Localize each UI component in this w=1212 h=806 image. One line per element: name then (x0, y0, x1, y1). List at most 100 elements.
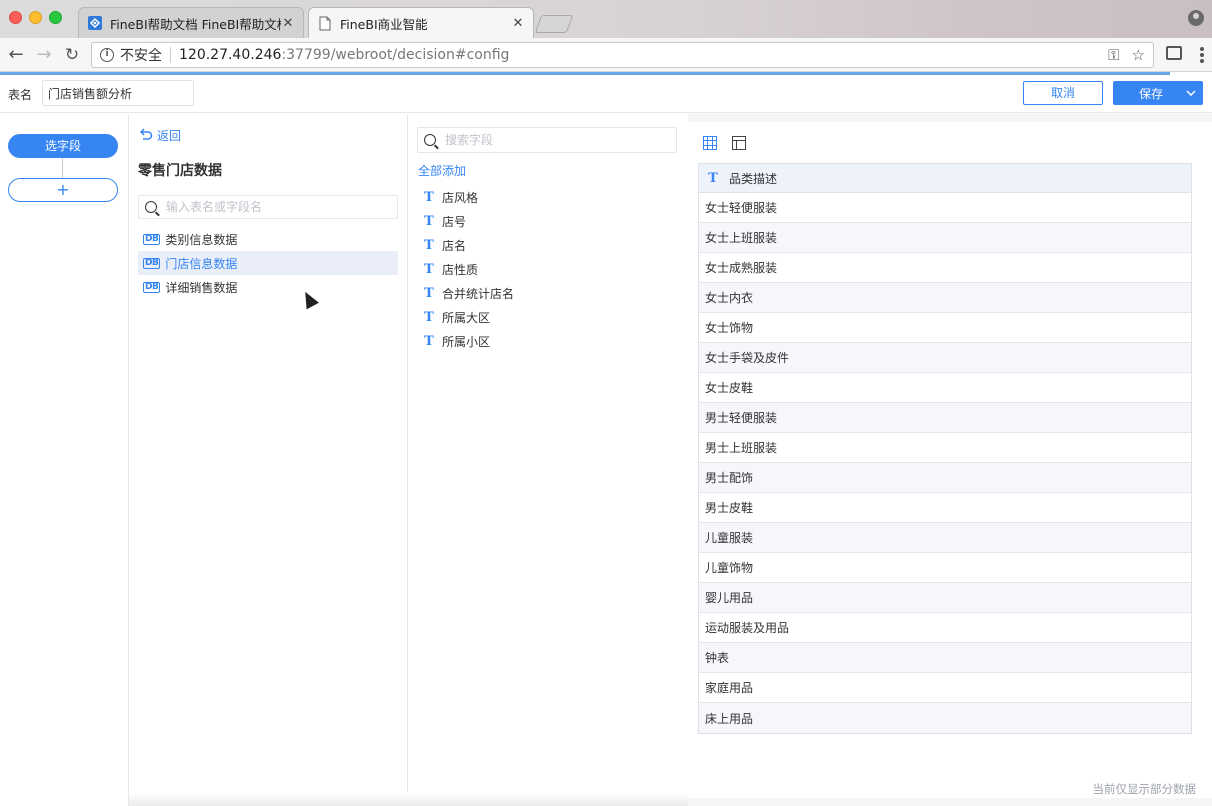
browser-toolbar: ← → ↻ i 不安全 120.27.40.246 :37799/webroot… (0, 38, 1212, 72)
finebi-logo-icon (87, 15, 103, 31)
table-row: 家庭用品 (699, 673, 1191, 703)
table-row: 儿童服装 (699, 523, 1191, 553)
package-title: 零售门店数据 (138, 163, 222, 179)
field-item-label: 所属小区 (442, 334, 491, 349)
table-item-label: 详细销售数据 (165, 280, 238, 295)
text-field-icon: T (424, 309, 434, 325)
table-row: 床上用品 (699, 703, 1191, 733)
forward-arrow-icon[interactable]: → (34, 45, 54, 65)
column-header[interactable]: T 品类描述 (699, 164, 1191, 193)
table-row: 男士配饰 (699, 463, 1191, 493)
save-button-label: 保存 (1138, 86, 1163, 101)
text-field-icon: T (424, 237, 434, 253)
table-item-label: 门店信息数据 (165, 256, 238, 271)
url-path: :37799/webroot/decision#config (281, 47, 510, 63)
table-row: 女士饰物 (699, 313, 1191, 343)
tab-title: FineBI商业智能 (340, 17, 428, 32)
app-header: 表名 取消 保存 (0, 75, 1212, 113)
back-button[interactable]: 返回 (139, 127, 181, 144)
address-bar[interactable]: i 不安全 120.27.40.246 :37799/webroot/decis… (91, 42, 1154, 68)
cast-icon[interactable] (1166, 46, 1182, 60)
text-field-icon: T (708, 170, 718, 186)
table-list: DB 类别信息数据 DB 门店信息数据 DB 详细销售数据 (138, 227, 398, 299)
new-tab-button[interactable] (534, 15, 574, 33)
save-button[interactable]: 保存 (1113, 81, 1203, 105)
field-item-label: 合并统计店名 (442, 286, 515, 301)
bottom-shade (129, 792, 688, 806)
field-item[interactable]: T 店风格 (423, 185, 514, 209)
close-window-button[interactable] (9, 11, 22, 24)
table-item[interactable]: DB 类别信息数据 (138, 227, 398, 251)
url-host: 120.27.40.246 (179, 47, 282, 63)
database-icon: DB (143, 281, 161, 293)
table-row: 女士内衣 (699, 283, 1191, 313)
close-tab-icon[interactable]: ✕ (511, 16, 525, 31)
table-row: 婴儿用品 (699, 583, 1191, 613)
field-search-box[interactable] (417, 127, 677, 153)
add-step-button[interactable]: + (8, 178, 118, 202)
table-name-input[interactable] (42, 80, 194, 106)
field-list: T 店风格 T 店号 T 店名 T 店性质 T 合并统计店名 T 所属大区 T 所属小区 (423, 185, 514, 353)
field-item[interactable]: T 店性质 (423, 257, 514, 281)
text-field-icon: T (424, 261, 434, 277)
table-row: 男士上班服装 (699, 433, 1191, 463)
layout-view-icon[interactable] (732, 136, 746, 150)
browser-tab-finebi[interactable]: FineBI商业智能 ✕ (308, 7, 534, 39)
field-item-label: 店风格 (442, 190, 479, 205)
table-name-label: 表名 (8, 88, 33, 102)
field-item-label: 店性质 (442, 262, 479, 277)
star-icon[interactable]: ☆ (1132, 46, 1145, 64)
database-icon: DB (143, 257, 161, 269)
table-row: 运动服装及用品 (699, 613, 1191, 643)
document-icon (317, 16, 333, 32)
preview-table: T 品类描述 女士轻便服装 女士上班服装 女士成熟服装 女士内衣 女士饰物 女士手袋及皮件… (698, 163, 1192, 734)
browser-tabstrip: FineBI帮助文档 FineBI帮助文档 ✕ FineBI商业智能 ✕ (0, 0, 1212, 39)
table-item-selected[interactable]: DB 门店信息数据 (138, 251, 398, 275)
preview-content: T 品类描述 女士轻便服装 女士上班服装 女士成熟服装 女士内衣 女士饰物 女士手袋及皮件… (688, 122, 1212, 798)
profile-icon[interactable] (1188, 10, 1204, 26)
security-label: 不安全 (120, 48, 162, 64)
field-item[interactable]: T 合并统计店名 (423, 281, 514, 305)
partial-data-note: 当前仅显示部分数据 (1092, 782, 1197, 796)
table-search-input[interactable] (166, 200, 386, 214)
chevron-down-icon[interactable] (1179, 88, 1203, 99)
close-tab-icon[interactable]: ✕ (281, 16, 295, 31)
field-item-label: 所属大区 (442, 310, 491, 325)
reload-icon[interactable]: ↻ (62, 45, 82, 65)
table-row: 女士手袋及皮件 (699, 343, 1191, 373)
text-field-icon: T (424, 213, 434, 229)
text-field-icon: T (424, 333, 434, 349)
add-all-fields-link[interactable]: 全部添加 (418, 162, 466, 179)
key-icon[interactable]: ⚿ (1108, 46, 1119, 64)
field-search-input[interactable] (445, 133, 665, 147)
info-icon[interactable]: i (100, 48, 114, 62)
data-preview-panel: T 品类描述 女士轻便服装 女士上班服装 女士成熟服装 女士内衣 女士饰物 女士手袋及皮件… (688, 114, 1212, 806)
step-connector (62, 158, 63, 178)
table-view-icon[interactable] (703, 136, 717, 150)
step-select-fields[interactable]: 选字段 (8, 134, 118, 158)
field-item[interactable]: T 所属大区 (423, 305, 514, 329)
table-row: 女士成熟服装 (699, 253, 1191, 283)
field-list-panel: 全部添加 T 店风格 T 店号 T 店名 T 店性质 T 合并统计店名 T 所属大区 T 所属小区 (409, 114, 688, 806)
table-row: 男士轻便服装 (699, 403, 1191, 433)
zoom-window-button[interactable] (49, 11, 62, 24)
table-row: 女士上班服装 (699, 223, 1191, 253)
database-icon: DB (143, 233, 161, 245)
field-item-label: 店号 (442, 214, 467, 229)
menu-dots-icon[interactable] (1200, 47, 1204, 63)
table-item[interactable]: DB 详细销售数据 (138, 275, 398, 299)
table-row: 儿童饰物 (699, 553, 1191, 583)
text-field-icon: T (424, 285, 434, 301)
back-arrow-icon[interactable]: ← (6, 45, 26, 65)
minimize-window-button[interactable] (29, 11, 42, 24)
search-icon (145, 201, 157, 213)
field-item[interactable]: T 店名 (423, 233, 514, 257)
field-item[interactable]: T 店号 (423, 209, 514, 233)
field-item[interactable]: T 所属小区 (423, 329, 514, 353)
table-search-box[interactable] (138, 195, 398, 219)
cancel-button[interactable]: 取消 (1023, 81, 1103, 105)
tab-title: FineBI帮助文档 FineBI帮助文档 (110, 16, 281, 32)
browser-tab-help[interactable]: FineBI帮助文档 FineBI帮助文档 ✕ (78, 7, 304, 38)
text-field-icon: T (424, 189, 434, 205)
table-item-label: 类别信息数据 (165, 232, 238, 247)
